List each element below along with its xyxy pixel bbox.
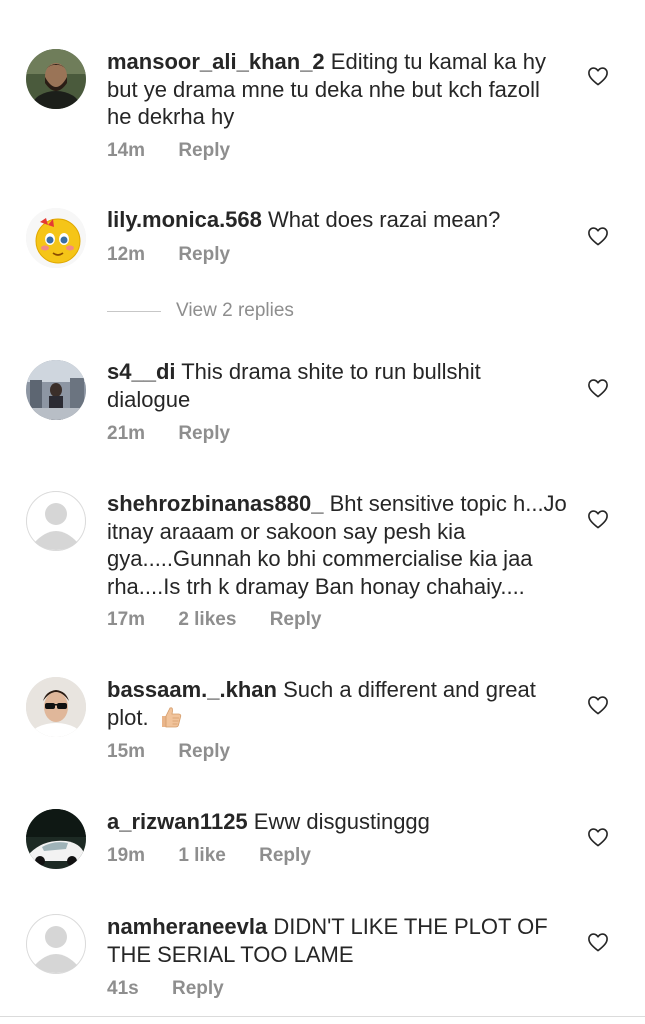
reply-button[interactable]: Reply — [178, 244, 230, 265]
comment-username[interactable]: lily.monica.568 — [107, 207, 262, 232]
comment-time: 15m — [107, 741, 146, 762]
default-avatar[interactable] — [26, 914, 86, 974]
comment-text: s4__di This drama shite to run bullshit … — [107, 358, 567, 413]
heart-outline-icon[interactable] — [587, 378, 609, 398]
reply-button[interactable]: Reply — [172, 978, 224, 999]
comment-text: lily.monica.568 What does razai mean? — [107, 206, 567, 234]
heart-outline-icon[interactable] — [587, 66, 609, 86]
comment-meta: 41s Reply — [107, 978, 252, 1000]
comment-username[interactable]: mansoor_ali_khan_2 — [107, 49, 325, 74]
comment-username[interactable]: namheraneevla — [107, 914, 267, 939]
reply-button[interactable]: Reply — [270, 609, 322, 630]
heart-outline-icon[interactable] — [587, 509, 609, 529]
comment-body: What does razai mean? — [268, 207, 501, 232]
likes-count[interactable]: 2 likes — [178, 609, 236, 630]
thumbs-up-emoji — [159, 705, 183, 736]
heart-outline-icon[interactable] — [587, 932, 609, 952]
comment-time: 21m — [107, 423, 146, 444]
comment-text: a_rizwan1125 Eww disgustinggg — [107, 808, 567, 836]
comment-username[interactable]: bassaam._.khan — [107, 677, 277, 702]
reply-button[interactable]: Reply — [178, 423, 230, 444]
comment-time: 17m — [107, 609, 146, 630]
comment-time: 19m — [107, 845, 146, 866]
replies-divider — [107, 311, 161, 312]
comment-username[interactable]: a_rizwan1125 — [107, 809, 248, 834]
default-avatar[interactable] — [26, 491, 86, 551]
comment-text: mansoor_ali_khan_2 Editing tu kamal ka h… — [107, 48, 567, 131]
reply-button[interactable]: Reply — [259, 845, 311, 866]
comment-meta: 12m Reply — [107, 244, 258, 266]
avatar[interactable] — [26, 49, 86, 109]
comment-meta: 14m Reply — [107, 140, 258, 162]
comment-text: shehrozbinanas880_ Bht sensitive topic h… — [107, 490, 567, 600]
comment-text: bassaam._.khan Such a different and grea… — [107, 676, 567, 735]
comment-body: Eww disgustinggg — [253, 809, 430, 834]
comment-meta: 17m 2 likes Reply — [107, 609, 349, 631]
view-replies-label[interactable]: View 2 replies — [176, 300, 294, 322]
heart-outline-icon[interactable] — [587, 226, 609, 246]
comment-time: 14m — [107, 140, 146, 161]
likes-count[interactable]: 1 like — [178, 845, 226, 866]
bottom-divider — [0, 1016, 645, 1017]
comment-meta: 15m Reply — [107, 741, 258, 763]
avatar[interactable] — [26, 360, 86, 420]
reply-button[interactable]: Reply — [178, 741, 230, 762]
comment-time: 12m — [107, 244, 146, 265]
reply-button[interactable]: Reply — [178, 140, 230, 161]
heart-outline-icon[interactable] — [587, 827, 609, 847]
comment-text: namheraneevla DIDN'T LIKE THE PLOT OF TH… — [107, 913, 567, 968]
comment-username[interactable]: shehrozbinanas880_ — [107, 491, 323, 516]
comment-time: 41s — [107, 978, 139, 999]
comment-meta: 21m Reply — [107, 423, 258, 445]
heart-outline-icon[interactable] — [587, 695, 609, 715]
avatar[interactable] — [26, 677, 86, 737]
comment-meta: 19m 1 like Reply — [107, 845, 339, 867]
comment-username[interactable]: s4__di — [107, 359, 176, 384]
avatar[interactable] — [26, 809, 86, 869]
avatar[interactable] — [26, 208, 86, 268]
